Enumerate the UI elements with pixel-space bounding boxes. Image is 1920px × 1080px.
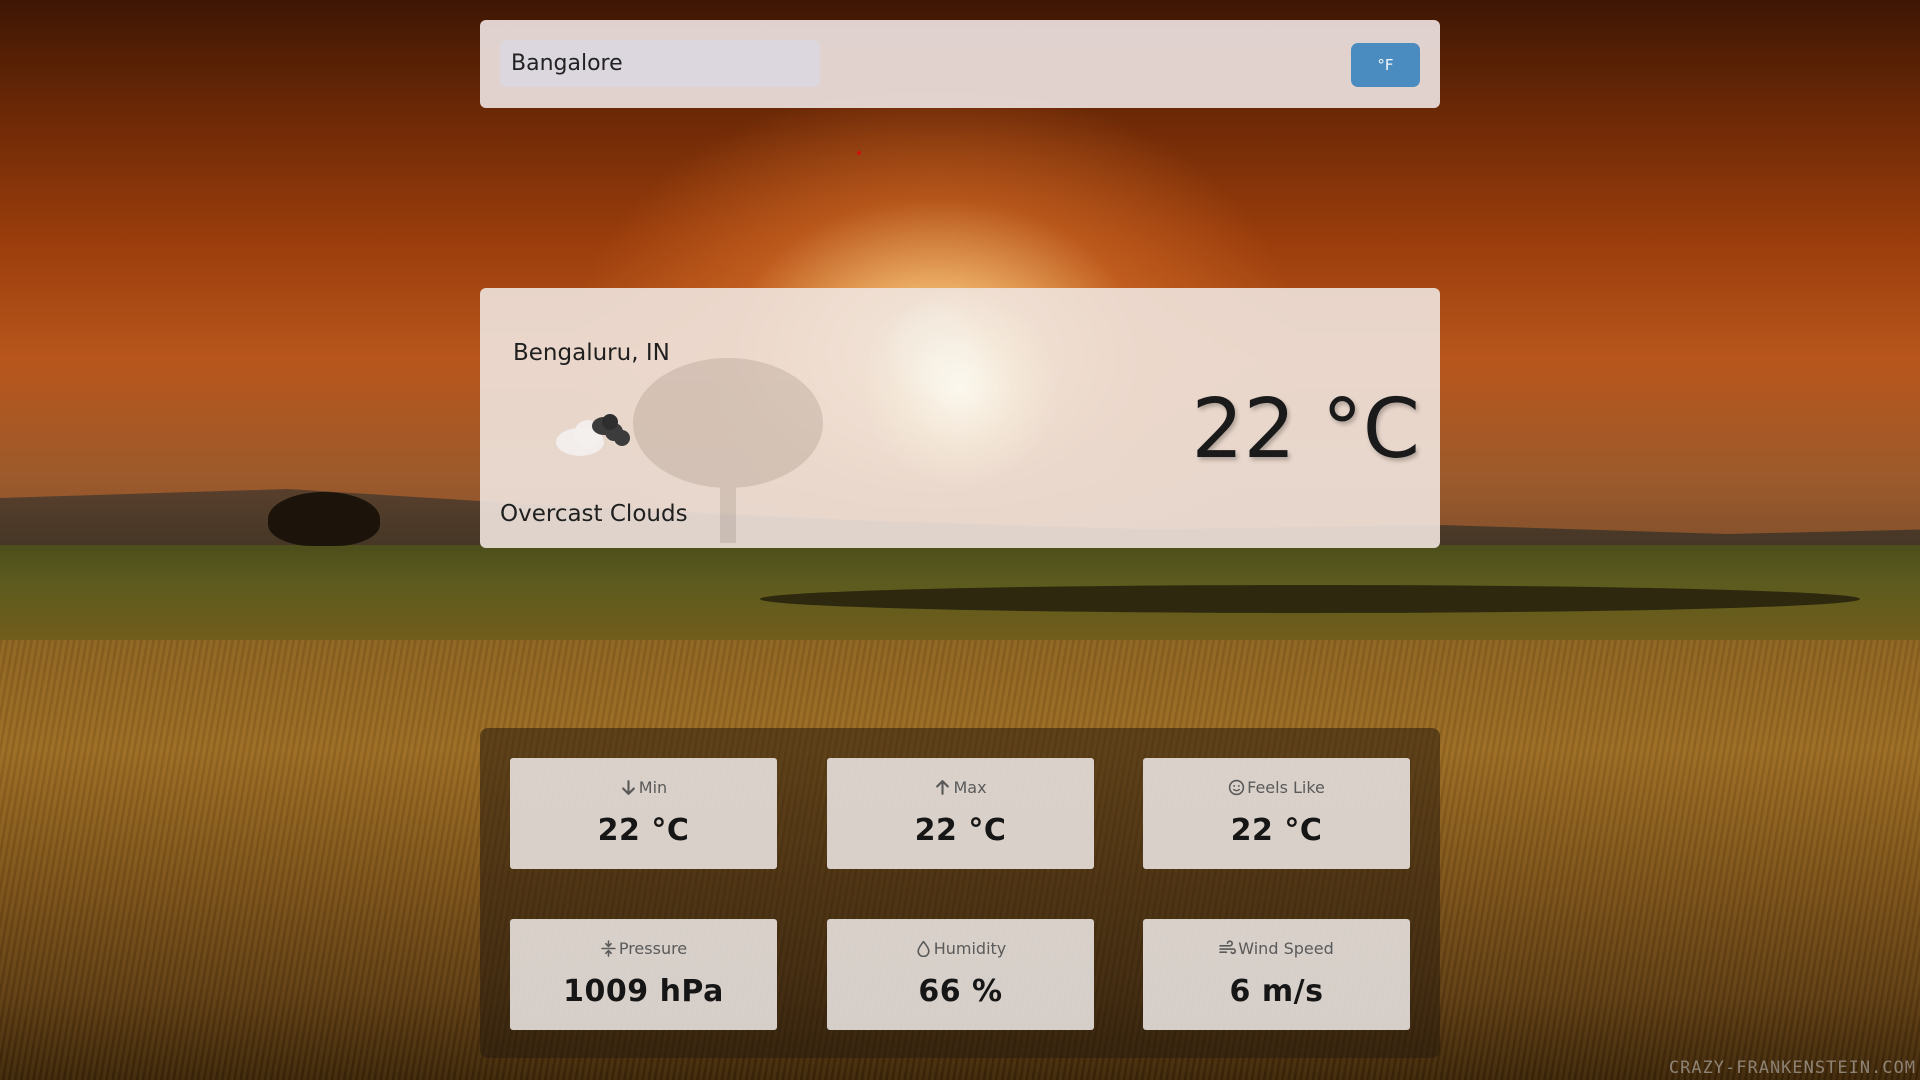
arrow-up-icon <box>936 780 950 795</box>
weather-description: Overcast Clouds <box>500 501 688 527</box>
wind-icon <box>1219 940 1237 955</box>
stat-label: Pressure <box>618 939 688 958</box>
droplet-icon <box>917 940 930 957</box>
weather-stats-panel: Min 22 °C Max 22 °C Feels Like 22 °C Pre… <box>480 728 1440 1058</box>
stat-card-max: Max 22 °C <box>827 758 1094 869</box>
current-weather-card: Bengaluru, IN 22 °C Overcast Clouds <box>480 288 1440 548</box>
stat-label: Max <box>953 778 987 797</box>
stat-label: Humidity <box>933 939 1007 958</box>
stat-value: 66 % <box>918 974 1003 1009</box>
cursor-dot <box>857 151 861 155</box>
smiley-face-icon <box>1228 779 1245 796</box>
stat-label: Wind Speed <box>1238 939 1334 958</box>
unit-toggle-button[interactable]: °F <box>1351 43 1420 87</box>
stat-value: 22 °C <box>1230 813 1323 848</box>
stat-label: Min <box>638 778 668 797</box>
current-temperature: 22 °C <box>1191 382 1420 477</box>
stat-card-wind-speed: Wind Speed 6 m/s <box>1143 919 1410 1030</box>
stat-value: 6 m/s <box>1229 974 1324 1009</box>
compress-arrows-icon <box>601 940 616 957</box>
watermark: CRAZY-FRANKENSTEIN.COM <box>1668 1058 1916 1078</box>
overcast-clouds-icon <box>556 414 630 456</box>
city-name: Bengaluru, IN <box>513 340 670 366</box>
arrow-down-icon <box>621 780 635 795</box>
distant-tree <box>268 492 380 546</box>
stat-card-pressure: Pressure 1009 hPa <box>510 919 777 1030</box>
stat-card-feels-like: Feels Like 22 °C <box>1143 758 1410 869</box>
tree-line <box>760 585 1860 613</box>
stat-value: 22 °C <box>914 813 1007 848</box>
stat-value: 1009 hPa <box>563 974 724 1009</box>
stat-value: 22 °C <box>597 813 690 848</box>
stat-card-humidity: Humidity 66 % <box>827 919 1094 1030</box>
stat-card-min: Min 22 °C <box>510 758 777 869</box>
stat-label: Feels Like <box>1247 778 1325 797</box>
city-search-input[interactable] <box>500 40 820 87</box>
card-sun-glow <box>860 288 1060 488</box>
search-panel: °F <box>480 20 1440 108</box>
